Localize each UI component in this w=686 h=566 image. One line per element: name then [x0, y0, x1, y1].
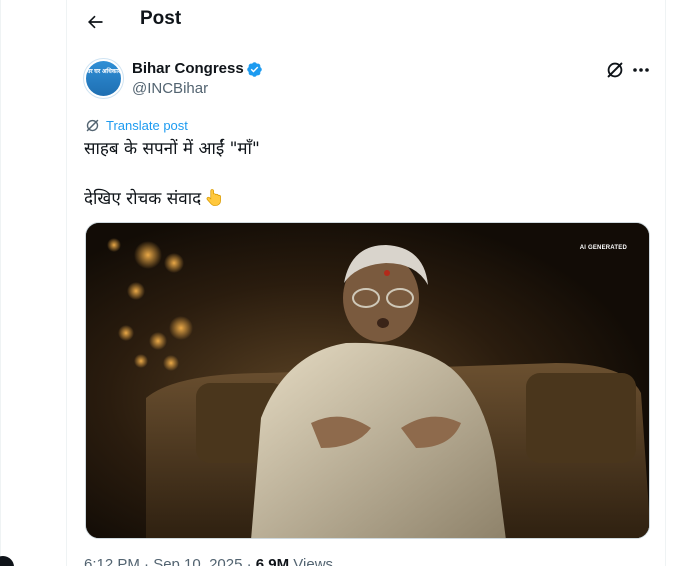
video-frame-image: [86, 223, 649, 538]
more-options-button[interactable]: [630, 59, 652, 81]
translate-icon: [86, 119, 99, 131]
nav-avatar-partial[interactable]: [0, 556, 14, 566]
grok-icon: [607, 62, 623, 78]
grok-button[interactable]: [604, 59, 626, 81]
view-count: 6.9M: [255, 556, 290, 566]
views-label: Views: [289, 556, 334, 566]
avatar-logo: घर घर अधिकार: [86, 61, 121, 96]
tweet-text-line-2: देखिए रोचक संवाद: [84, 186, 223, 209]
tweet-text-line-1: साहब के सपनों में आईं "माँ": [84, 139, 260, 159]
avatar[interactable]: घर घर अधिकार: [83, 58, 124, 99]
translate-post-link[interactable]: Translate post: [85, 116, 188, 134]
post-column: Post घर घर अधिकार Bihar Congress @INCBih…: [66, 0, 666, 566]
post-timestamp[interactable]: 6:12 PM · Sep 10, 2025 ·: [84, 556, 256, 566]
post-video-thumbnail[interactable]: AI GENERATED: [85, 222, 650, 539]
sidebar-divider: [0, 0, 1, 566]
more-icon: [633, 68, 649, 72]
back-button[interactable]: [81, 8, 109, 36]
pointing-down-emoji-icon: [206, 189, 222, 206]
tweet-text-line-2-text: देखिए रोचक संवाद: [84, 189, 202, 209]
page-title: Post: [140, 8, 182, 29]
author-handle[interactable]: @INCBihar: [132, 80, 208, 97]
arrow-left-icon: [88, 15, 103, 29]
post-header: Post: [67, 0, 667, 44]
author-name[interactable]: Bihar Congress: [132, 60, 244, 77]
ai-generated-badge: AI GENERATED: [579, 245, 627, 251]
post-meta: 6:12 PM · Sep 10, 2025 · 6.9M Views: [84, 556, 333, 566]
translate-label: Translate post: [106, 117, 188, 133]
verified-badge-icon: [247, 62, 262, 77]
